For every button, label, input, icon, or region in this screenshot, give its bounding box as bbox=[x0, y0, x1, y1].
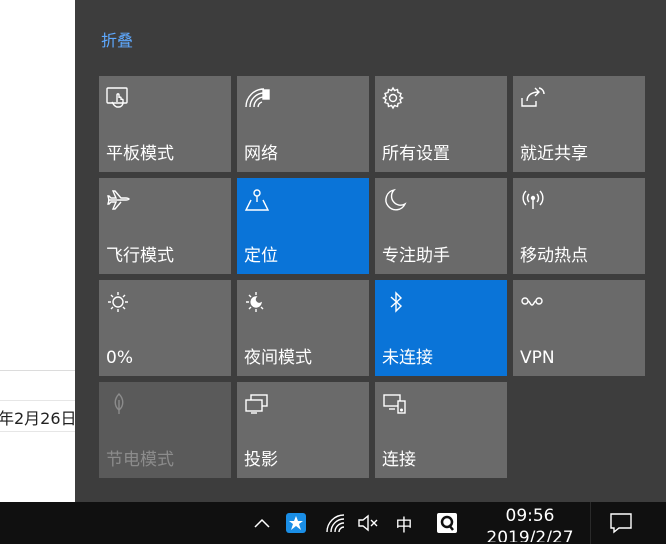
tile-label: 网络 bbox=[244, 144, 278, 164]
hotspot-icon bbox=[519, 188, 547, 212]
brightness-icon bbox=[105, 290, 133, 314]
notification-icon[interactable] bbox=[590, 502, 650, 544]
tile-label: 投影 bbox=[244, 450, 278, 470]
taskbar-clock[interactable]: 09:56 2019/2/27 bbox=[480, 506, 580, 542]
chevron-up-icon[interactable] bbox=[248, 502, 276, 544]
tile-mobile-hotspot[interactable]: 移动热点 bbox=[513, 178, 645, 274]
tile-location[interactable]: 定位 bbox=[237, 178, 369, 274]
tile-label: 移动热点 bbox=[520, 246, 588, 266]
connect-icon bbox=[381, 392, 409, 416]
tile-label: VPN bbox=[520, 348, 555, 368]
network-icon bbox=[243, 86, 271, 110]
taskbar: 中 09:56 2019/2/27 bbox=[0, 502, 666, 544]
tile-network[interactable]: 网络 bbox=[237, 76, 369, 172]
tile-label: 0% bbox=[106, 348, 133, 368]
tile-label: 定位 bbox=[244, 246, 278, 266]
location-icon bbox=[243, 188, 271, 212]
volume-muted-icon[interactable] bbox=[354, 502, 382, 544]
night-light-icon bbox=[243, 290, 271, 314]
vpn-icon bbox=[519, 290, 547, 314]
tile-label: 夜间模式 bbox=[244, 348, 312, 368]
wifi-icon[interactable] bbox=[322, 502, 350, 544]
airplane-icon bbox=[105, 188, 133, 212]
tile-project[interactable]: 投影 bbox=[237, 382, 369, 478]
app-tray-icon[interactable] bbox=[282, 502, 310, 544]
ime-icon[interactable]: 中 bbox=[390, 502, 418, 544]
tile-connect[interactable]: 连接 bbox=[375, 382, 507, 478]
tile-label: 节电模式 bbox=[106, 450, 174, 470]
project-icon bbox=[243, 392, 271, 416]
tile-all-settings[interactable]: 所有设置 bbox=[375, 76, 507, 172]
tile-night-light[interactable]: 夜间模式 bbox=[237, 280, 369, 376]
tile-label: 未连接 bbox=[382, 348, 433, 368]
battery-saver-icon bbox=[105, 392, 133, 416]
tile-bluetooth[interactable]: 未连接 bbox=[375, 280, 507, 376]
bluetooth-icon bbox=[381, 290, 409, 314]
collapse-link[interactable]: 折叠 bbox=[101, 27, 133, 51]
nearby-share-icon bbox=[519, 86, 547, 110]
tile-focus-assist[interactable]: 专注助手 bbox=[375, 178, 507, 274]
gear-icon bbox=[381, 86, 409, 110]
tile-label: 就近共享 bbox=[520, 144, 588, 164]
tile-airplane-mode[interactable]: 飞行模式 bbox=[99, 178, 231, 274]
tile-tablet-mode[interactable]: 平板模式 bbox=[99, 76, 231, 172]
date-text: 年2月26日 bbox=[0, 409, 77, 428]
tile-label: 专注助手 bbox=[382, 246, 450, 266]
background-window: 年2月26日 bbox=[0, 0, 77, 502]
divider bbox=[0, 370, 75, 371]
qq-icon[interactable] bbox=[432, 502, 462, 544]
tile-label: 平板模式 bbox=[106, 144, 174, 164]
clock-time: 09:56 bbox=[505, 506, 555, 526]
tile-vpn[interactable]: VPN bbox=[513, 280, 645, 376]
action-center-panel: 折叠 平板模式 网络 所有设置 就近共享 飞行模式 定位 专注助手 移动热点 0… bbox=[75, 0, 666, 502]
tile-battery-saver[interactable]: 节电模式 bbox=[99, 382, 231, 478]
tile-brightness[interactable]: 0% bbox=[99, 280, 231, 376]
tile-label: 连接 bbox=[382, 450, 416, 470]
tile-label: 所有设置 bbox=[382, 144, 450, 164]
clock-date: 2019/2/27 bbox=[486, 528, 574, 542]
tile-nearby-share[interactable]: 就近共享 bbox=[513, 76, 645, 172]
tile-label: 飞行模式 bbox=[106, 246, 174, 266]
moon-icon bbox=[381, 188, 409, 212]
tablet-mode-icon bbox=[105, 86, 133, 110]
